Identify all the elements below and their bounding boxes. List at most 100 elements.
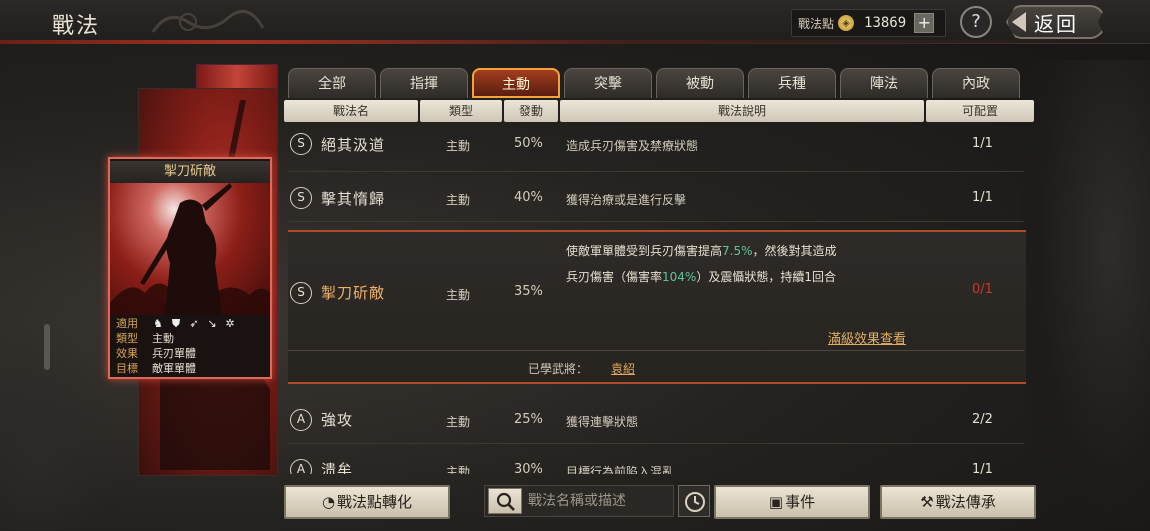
column-header-rate[interactable]: 發動 [504, 100, 558, 122]
grade-badge: S [290, 187, 312, 209]
shield-icon: ⛊ [171, 316, 181, 330]
card-info-value: 敵軍單體 [152, 362, 196, 375]
grade-badge: S [290, 133, 312, 155]
points-value: 13869 [864, 15, 907, 31]
convert-icon: ◔ [321, 493, 336, 511]
table-row[interactable]: S 絕其汲道 主動 50% 造成兵刃傷害及禁療狀態 1/1 [288, 124, 1024, 172]
convert-label: 戰法點轉化 [337, 493, 413, 511]
selected-tactic-row[interactable]: S 掣刀斫敵 主動 35% 0/1 使敵軍單體受到兵刃傷害提高7.5%，然後對其… [288, 230, 1026, 384]
tactic-card: 掣刀斫敵 適用 ♞ ⛊ ➶ ↘ ✲ 類型 主動 效果 兵刃單體 目標 敵軍單體 [108, 157, 272, 379]
divider [288, 350, 1024, 351]
learned-general-link[interactable]: 袁紹 [611, 360, 635, 377]
card-info-value: 兵刃單體 [152, 347, 196, 360]
selected-desc-line2: 兵刃傷害（傷害率104%）及震懾狀態，持續1回合 [566, 268, 836, 285]
tactic-desc: 目標行為前陷入混亂 [566, 465, 675, 474]
desc-text: 兵刃傷害（傷害率 [566, 270, 663, 284]
search-icon [496, 492, 515, 511]
points-coin-icon: ◈ [838, 15, 855, 31]
learned-generals-label: 已學武將： [528, 362, 589, 376]
max-level-effect-link[interactable]: 滿級效果查看 [828, 328, 906, 347]
tactic-slots: 0/1 [972, 282, 993, 297]
tactic-type: 主動 [446, 465, 471, 474]
desc-highlight: 7.5% [722, 244, 753, 258]
tab-active[interactable]: 主動 [472, 68, 560, 98]
tactic-slots: 1/1 [972, 136, 993, 151]
tab-troop[interactable]: 兵種 [748, 68, 836, 98]
tactic-type: 主動 [446, 288, 471, 302]
help-button[interactable]: ? [960, 6, 992, 38]
tab-command[interactable]: 指揮 [380, 68, 468, 98]
back-arrow-icon [1012, 12, 1026, 32]
tactic-type: 主動 [446, 139, 471, 153]
tactic-slots: 2/2 [972, 412, 993, 427]
card-info-key: 類型 [116, 332, 138, 345]
tactic-name: 絕其汲道 [321, 136, 386, 154]
hammer-icon: ⚒ [920, 493, 934, 511]
grade-badge: A [290, 459, 312, 474]
table-row[interactable]: S 擊其惰歸 主動 40% 獲得治療或是進行反擊 1/1 [288, 174, 1024, 222]
tactic-slots: 1/1 [972, 190, 993, 205]
tactic-type: 主動 [446, 193, 471, 207]
character-art-banner [196, 64, 278, 90]
tactic-name: 掣刀斫敵 [321, 284, 386, 302]
tactic-rate: 30% [514, 462, 543, 474]
spear-icon: ↘ [207, 316, 217, 330]
tactic-desc: 造成兵刃傷害及禁療狀態 [566, 139, 699, 153]
tab-assault[interactable]: 突擊 [564, 68, 652, 98]
card-info-target: 目標 敵軍單體 [116, 361, 264, 376]
column-header-slots[interactable]: 可配置 [926, 100, 1034, 122]
tab-passive[interactable]: 被動 [656, 68, 744, 98]
card-info-applicable: 適用 ♞ ⛊ ➶ ↘ ✲ [116, 316, 264, 331]
cavalry-icon: ♞ [153, 316, 163, 330]
grade-badge: A [290, 409, 312, 431]
page-title: 戰法 [52, 14, 101, 39]
inherit-tactic-button[interactable]: ⚒ 戰法傳承 [880, 485, 1036, 519]
tactics-table[interactable]: S 絕其汲道 主動 50% 造成兵刃傷害及禁療狀態 1/1 S 擊其惰歸 主動 … [288, 124, 1036, 474]
tactic-desc: 獲得連擊狀態 [566, 415, 639, 429]
history-button[interactable] [678, 485, 710, 517]
clock-icon [685, 492, 705, 512]
ink-decoration [1020, 60, 1150, 530]
card-info-key: 適用 [116, 317, 138, 330]
tactic-name: 強攻 [321, 411, 354, 429]
desc-text: 使敵軍單體受到兵刃傷害提高 [566, 244, 723, 258]
event-icon: ▣ [768, 493, 784, 511]
desc-text: ，然後對其造成 [752, 244, 837, 258]
tactic-rate: 25% [514, 412, 543, 427]
ink-decoration-left [0, 330, 120, 530]
scroll-indicator[interactable] [44, 324, 50, 370]
tactic-desc: 獲得治療或是進行反擊 [566, 193, 687, 207]
tactic-points-display: 戰法點 ◈ 13869 + [791, 9, 946, 37]
event-button[interactable]: ▣ 事件 [714, 485, 870, 519]
table-header: 戰法名 類型 發動 戰法說明 可配置 [284, 100, 1034, 122]
card-info-value: 主動 [152, 332, 174, 345]
card-info-effect: 效果 兵刃單體 [116, 346, 264, 361]
tab-all[interactable]: 全部 [288, 68, 376, 98]
tab-internal[interactable]: 內政 [932, 68, 1020, 98]
category-tabs: 全部 指揮 主動 突擊 被動 兵種 陣法 內政 [288, 68, 1020, 98]
desc-highlight: 104% [662, 270, 697, 284]
column-header-desc: 戰法說明 [560, 100, 924, 122]
add-points-button[interactable]: + [914, 13, 935, 33]
selected-desc-line1: 使敵軍單體受到兵刃傷害提高7.5%，然後對其造成 [566, 242, 837, 259]
inherit-label: 戰法傳承 [935, 493, 996, 511]
card-warrior-icon [110, 183, 270, 315]
back-label: 返回 [1034, 12, 1078, 36]
cloud-pattern-icon [151, 9, 265, 33]
table-row[interactable]: A 溃牟 主動 30% 目標行為前陷入混亂 1/1 [288, 446, 1024, 474]
convert-points-button[interactable]: ◔ 戰法點轉化 [284, 485, 450, 519]
tactic-rate: 50% [514, 136, 543, 151]
column-header-name[interactable]: 戰法名 [284, 100, 418, 122]
wheel-icon: ✲ [225, 316, 235, 330]
tab-formation[interactable]: 陣法 [840, 68, 928, 98]
grade-badge: S [290, 282, 312, 304]
search-button[interactable] [488, 488, 522, 514]
search-input[interactable] [528, 487, 672, 515]
tactic-rate: 35% [514, 284, 543, 299]
points-label: 戰法點 [798, 16, 835, 31]
desc-text: ）及震懾狀態，持續1回合 [696, 270, 836, 284]
tactic-name: 擊其惰歸 [321, 190, 386, 208]
table-row[interactable]: A 強攻 主動 25% 獲得連擊狀態 2/2 [288, 396, 1024, 444]
card-artwork [110, 183, 270, 315]
column-header-type[interactable]: 類型 [420, 100, 502, 122]
